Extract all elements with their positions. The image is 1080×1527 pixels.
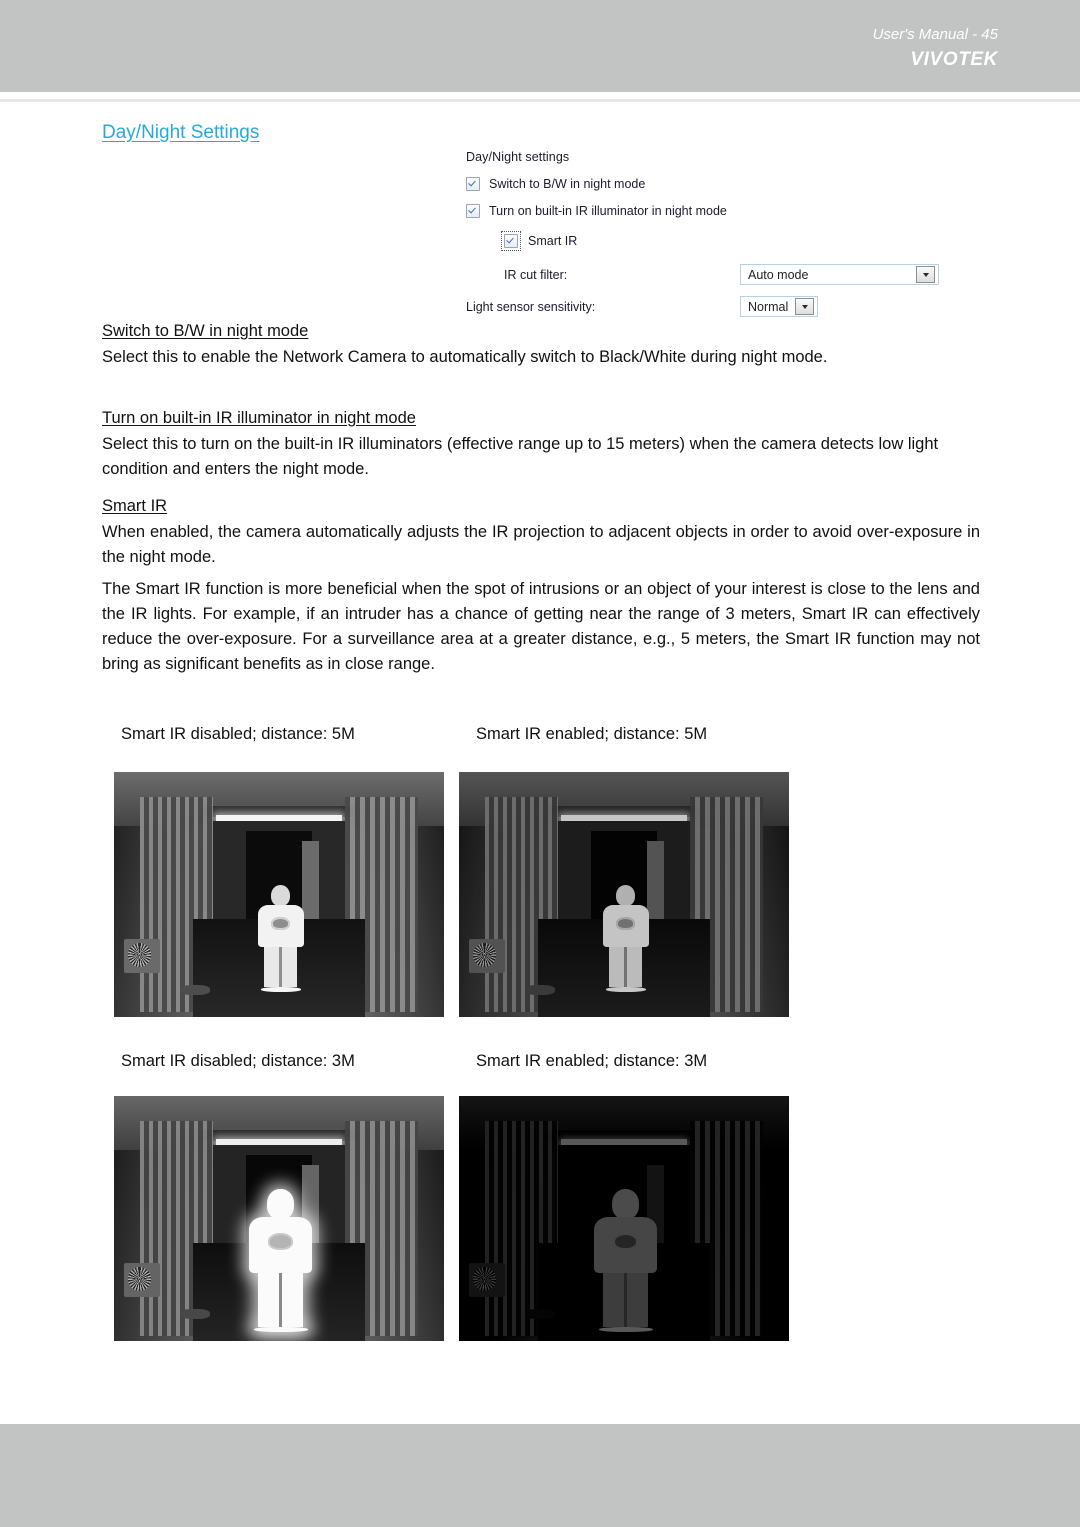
checkbox-row-switch-bw[interactable]: Switch to B/W in night mode (466, 177, 966, 191)
figure-image-enabled-5m (459, 772, 789, 1017)
checkbox-ir-illuminator-icon[interactable] (466, 204, 480, 218)
figure-image-disabled-3m (114, 1096, 444, 1341)
section-ir-illuminator: Turn on built-in IR illuminator in night… (102, 406, 980, 482)
checkbox-smart-ir-icon[interactable] (504, 234, 518, 248)
checkbox-row-smart-ir[interactable]: Smart IR (501, 231, 966, 251)
chevron-down-icon[interactable] (795, 298, 815, 315)
figure-caption-enabled-3m: Smart IR enabled; distance: 3M (476, 1052, 708, 1070)
ir-cut-filter-label: IR cut filter: (504, 267, 568, 282)
section-smart-ir: Smart IR When enabled, the camera automa… (102, 494, 980, 570)
figure-caption-disabled-5m: Smart IR disabled; distance: 5M (121, 725, 355, 743)
checkbox-switch-bw-label: Switch to B/W in night mode (489, 177, 646, 191)
footer-band (0, 1424, 1080, 1527)
checkbox-smart-ir-label: Smart IR (528, 234, 578, 248)
checkbox-ir-illuminator-label: Turn on built-in IR illuminator in night… (489, 204, 727, 218)
day-night-settings-panel: Day/Night settings Switch to B/W in nigh… (466, 150, 966, 328)
footer-page-label: User's Manual - 45 (872, 26, 998, 43)
light-sensor-value: Normal (748, 299, 789, 314)
section-extra-paragraph: The Smart IR function is more beneficial… (102, 577, 980, 677)
section-heading-smart-ir: Smart IR (102, 497, 168, 515)
checkbox-smart-ir-focus-ring (501, 231, 521, 251)
field-row-ir-cut-filter: IR cut filter: Auto mode (504, 264, 966, 285)
extra-paragraph-text: The Smart IR function is more beneficial… (102, 580, 980, 673)
section-switch-bw: Switch to B/W in night mode Select this … (102, 319, 980, 370)
section-body-ir-illuminator: Select this to turn on the built-in IR i… (102, 435, 939, 478)
page-title: Day/Night Settings (102, 122, 260, 143)
figure-image-enabled-3m (459, 1096, 789, 1341)
ir-cut-filter-select[interactable]: Auto mode (740, 264, 939, 285)
chevron-down-icon[interactable] (916, 266, 935, 283)
ir-cut-filter-value: Auto mode (748, 267, 809, 282)
section-heading-switch-bw: Switch to B/W in night mode (102, 322, 309, 340)
header-band (0, 0, 1080, 92)
field-row-light-sensor: Light sensor sensitivity: Normal (466, 296, 966, 317)
section-body-switch-bw: Select this to enable the Network Camera… (102, 348, 828, 366)
section-heading-ir-illuminator: Turn on built-in IR illuminator in night… (102, 409, 416, 427)
checkbox-switch-bw-icon[interactable] (466, 177, 480, 191)
settings-panel-title: Day/Night settings (466, 150, 570, 164)
figure-caption-enabled-5m: Smart IR enabled; distance: 5M (476, 725, 708, 743)
checkbox-row-ir-illuminator[interactable]: Turn on built-in IR illuminator in night… (466, 204, 966, 218)
section-body-smart-ir: When enabled, the camera automatically a… (102, 523, 980, 566)
light-sensor-label: Light sensor sensitivity: (466, 299, 596, 314)
header-divider (0, 99, 1080, 102)
light-sensor-select[interactable]: Normal (740, 296, 819, 317)
figure-caption-disabled-3m: Smart IR disabled; distance: 3M (121, 1052, 355, 1070)
figure-image-disabled-5m (114, 772, 444, 1017)
vivotek-logo: VIVOTEK (910, 49, 998, 70)
